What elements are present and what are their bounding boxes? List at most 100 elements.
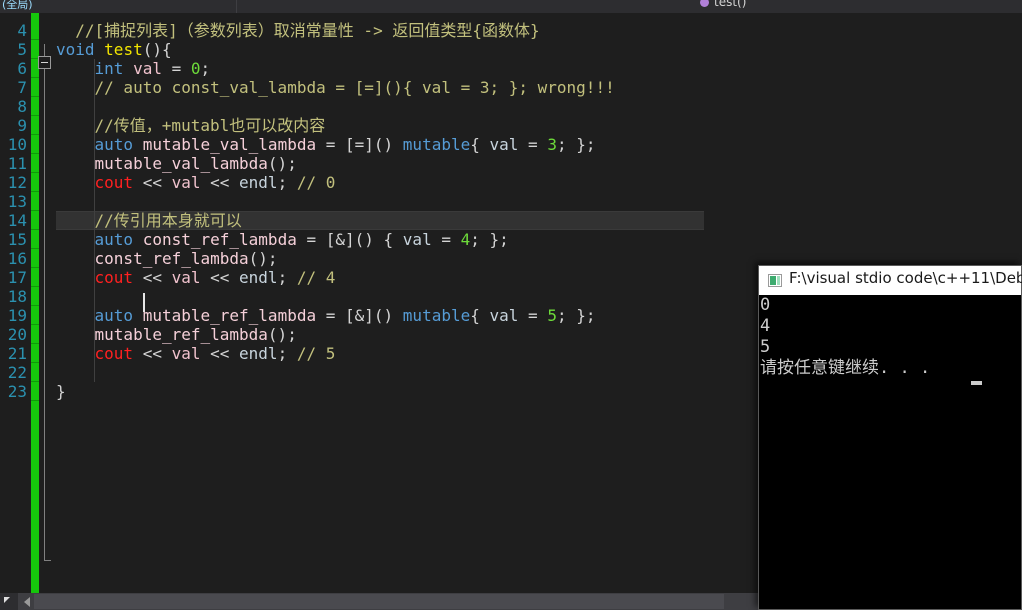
scrollbar-corner-icon[interactable] <box>0 593 18 610</box>
change-bar-tick <box>31 305 39 306</box>
line-number: 10 <box>7 135 27 154</box>
code-token: << <box>200 344 240 363</box>
code-line[interactable]: cout << val << endl; // 0 <box>56 173 336 192</box>
code-line[interactable]: const_ref_lambda(); <box>56 249 278 268</box>
code-token: endl <box>239 173 278 192</box>
console-output-area[interactable]: 0 4 5 请按任意键继续. . . <box>759 295 1021 609</box>
code-line[interactable]: mutable_ref_lambda(); <box>56 325 297 344</box>
line-number: 19 <box>7 306 27 325</box>
code-line[interactable]: // auto const_val_lambda = [=](){ val = … <box>56 78 615 97</box>
code-token: ; <box>277 344 297 363</box>
code-token: (); <box>267 325 297 344</box>
console-output-line: 4 <box>760 316 771 336</box>
code-line[interactable]: //[捕捉列表]（参数列表）取消常量性 -> 返回值类型{函数体} <box>56 21 540 40</box>
change-bar-tick <box>31 172 39 173</box>
line-number-gutter: 4 5 6 7 8 9 10 11 12 13 14 15 16 17 18 19 20 21 22 23 <box>0 13 30 593</box>
code-token: // 0 <box>296 173 336 192</box>
code-token: auto <box>94 306 134 325</box>
change-bar-tick <box>31 248 39 249</box>
code-token: = [&]() <box>316 306 403 325</box>
code-token: { <box>470 135 490 154</box>
code-token: //传值，+mutabl也可以改内容 <box>56 116 326 135</box>
code-token: mutable_ref_lambda <box>94 325 268 344</box>
code-line[interactable]: auto const_ref_lambda = [&]() { val = 4;… <box>56 230 509 249</box>
console-window[interactable]: F:\visual stdio code\c++11\Deb 0 4 5 请按任意键继… <box>758 265 1022 610</box>
code-line[interactable]: mutable_val_lambda(); <box>56 154 297 173</box>
code-line[interactable]: cout << val << endl; // 5 <box>56 344 336 363</box>
breadcrumb-divider <box>236 0 237 13</box>
code-line[interactable]: int val = 0; <box>56 59 211 78</box>
code-token: << <box>133 344 172 363</box>
code-token: const_ref_lambda <box>94 249 249 268</box>
code-token: val <box>171 344 201 363</box>
line-number: 18 <box>7 287 27 306</box>
code-line[interactable]: //传引用本身就可以 <box>56 211 242 230</box>
collapse-region-button[interactable] <box>38 56 51 69</box>
console-title-text: F:\visual stdio code\c++11\Deb <box>789 269 1022 287</box>
code-token: = <box>518 306 548 325</box>
line-number: 11 <box>7 154 27 173</box>
code-token: val <box>171 173 201 192</box>
change-tracking-bar <box>31 13 39 593</box>
console-window-icon <box>768 274 782 287</box>
scrollbar-thumb[interactable] <box>34 594 724 609</box>
code-token: auto <box>94 230 134 249</box>
code-token: << <box>200 173 240 192</box>
code-token: = <box>518 135 548 154</box>
line-number: 17 <box>7 268 27 287</box>
scroll-left-arrow-icon[interactable] <box>24 597 30 607</box>
line-number: 7 <box>17 78 27 97</box>
code-line[interactable]: auto mutable_val_lambda = [=]() mutable{… <box>56 135 596 154</box>
code-line[interactable]: void test(){ <box>56 40 172 59</box>
code-token: ; }; <box>556 135 596 154</box>
code-token: //[捕捉列表]（参数列表）取消常量性 -> 返回值类型{函数体} <box>56 21 540 40</box>
code-token: // 5 <box>296 344 336 363</box>
code-line[interactable]: auto mutable_ref_lambda = [&]() mutable{… <box>56 306 596 325</box>
change-bar-tick <box>31 267 39 268</box>
console-titlebar[interactable]: F:\visual stdio code\c++11\Deb <box>759 266 1022 295</box>
change-bar-tick <box>31 229 39 230</box>
code-line[interactable]: cout << val << endl; // 4 <box>56 268 336 287</box>
breadcrumb-scope[interactable]: (全局) <box>2 0 33 12</box>
breadcrumb-member[interactable]: test() <box>700 0 746 9</box>
code-token: << <box>133 268 172 287</box>
code-line[interactable]: } <box>56 382 66 401</box>
change-bar-tick <box>31 153 39 154</box>
code-token: mutable_val_lambda <box>142 135 317 154</box>
change-bar-tick <box>31 343 39 344</box>
outlining-vertical-line <box>44 44 45 561</box>
code-token: ; }; <box>556 306 596 325</box>
change-bar-tick <box>31 134 39 135</box>
indent-guide <box>94 59 95 382</box>
line-number: 16 <box>7 249 27 268</box>
change-bar-tick <box>31 324 39 325</box>
code-token: 5 <box>547 306 557 325</box>
code-token: val <box>133 59 162 78</box>
code-token: const_ref_lambda <box>142 230 297 249</box>
code-token: (); <box>267 154 297 173</box>
code-token: //传引用本身就可以 <box>56 211 242 230</box>
breadcrumb-member-label: test() <box>714 0 747 9</box>
outlining-end-marker <box>44 560 51 561</box>
code-token: 4 <box>460 230 471 249</box>
code-token: 0 <box>190 59 201 78</box>
console-output-line: 0 <box>760 295 771 315</box>
code-token: mutable_ref_lambda <box>142 306 317 325</box>
code-line[interactable]: //传值，+mutabl也可以改内容 <box>56 116 326 135</box>
code-token: = [&]() { <box>296 230 403 249</box>
code-token: = [=]() <box>316 135 403 154</box>
line-number: 12 <box>7 173 27 192</box>
code-token: cout <box>94 268 134 287</box>
line-number: 9 <box>17 116 27 135</box>
change-bar-tick <box>31 210 39 211</box>
line-number: 4 <box>17 21 27 40</box>
